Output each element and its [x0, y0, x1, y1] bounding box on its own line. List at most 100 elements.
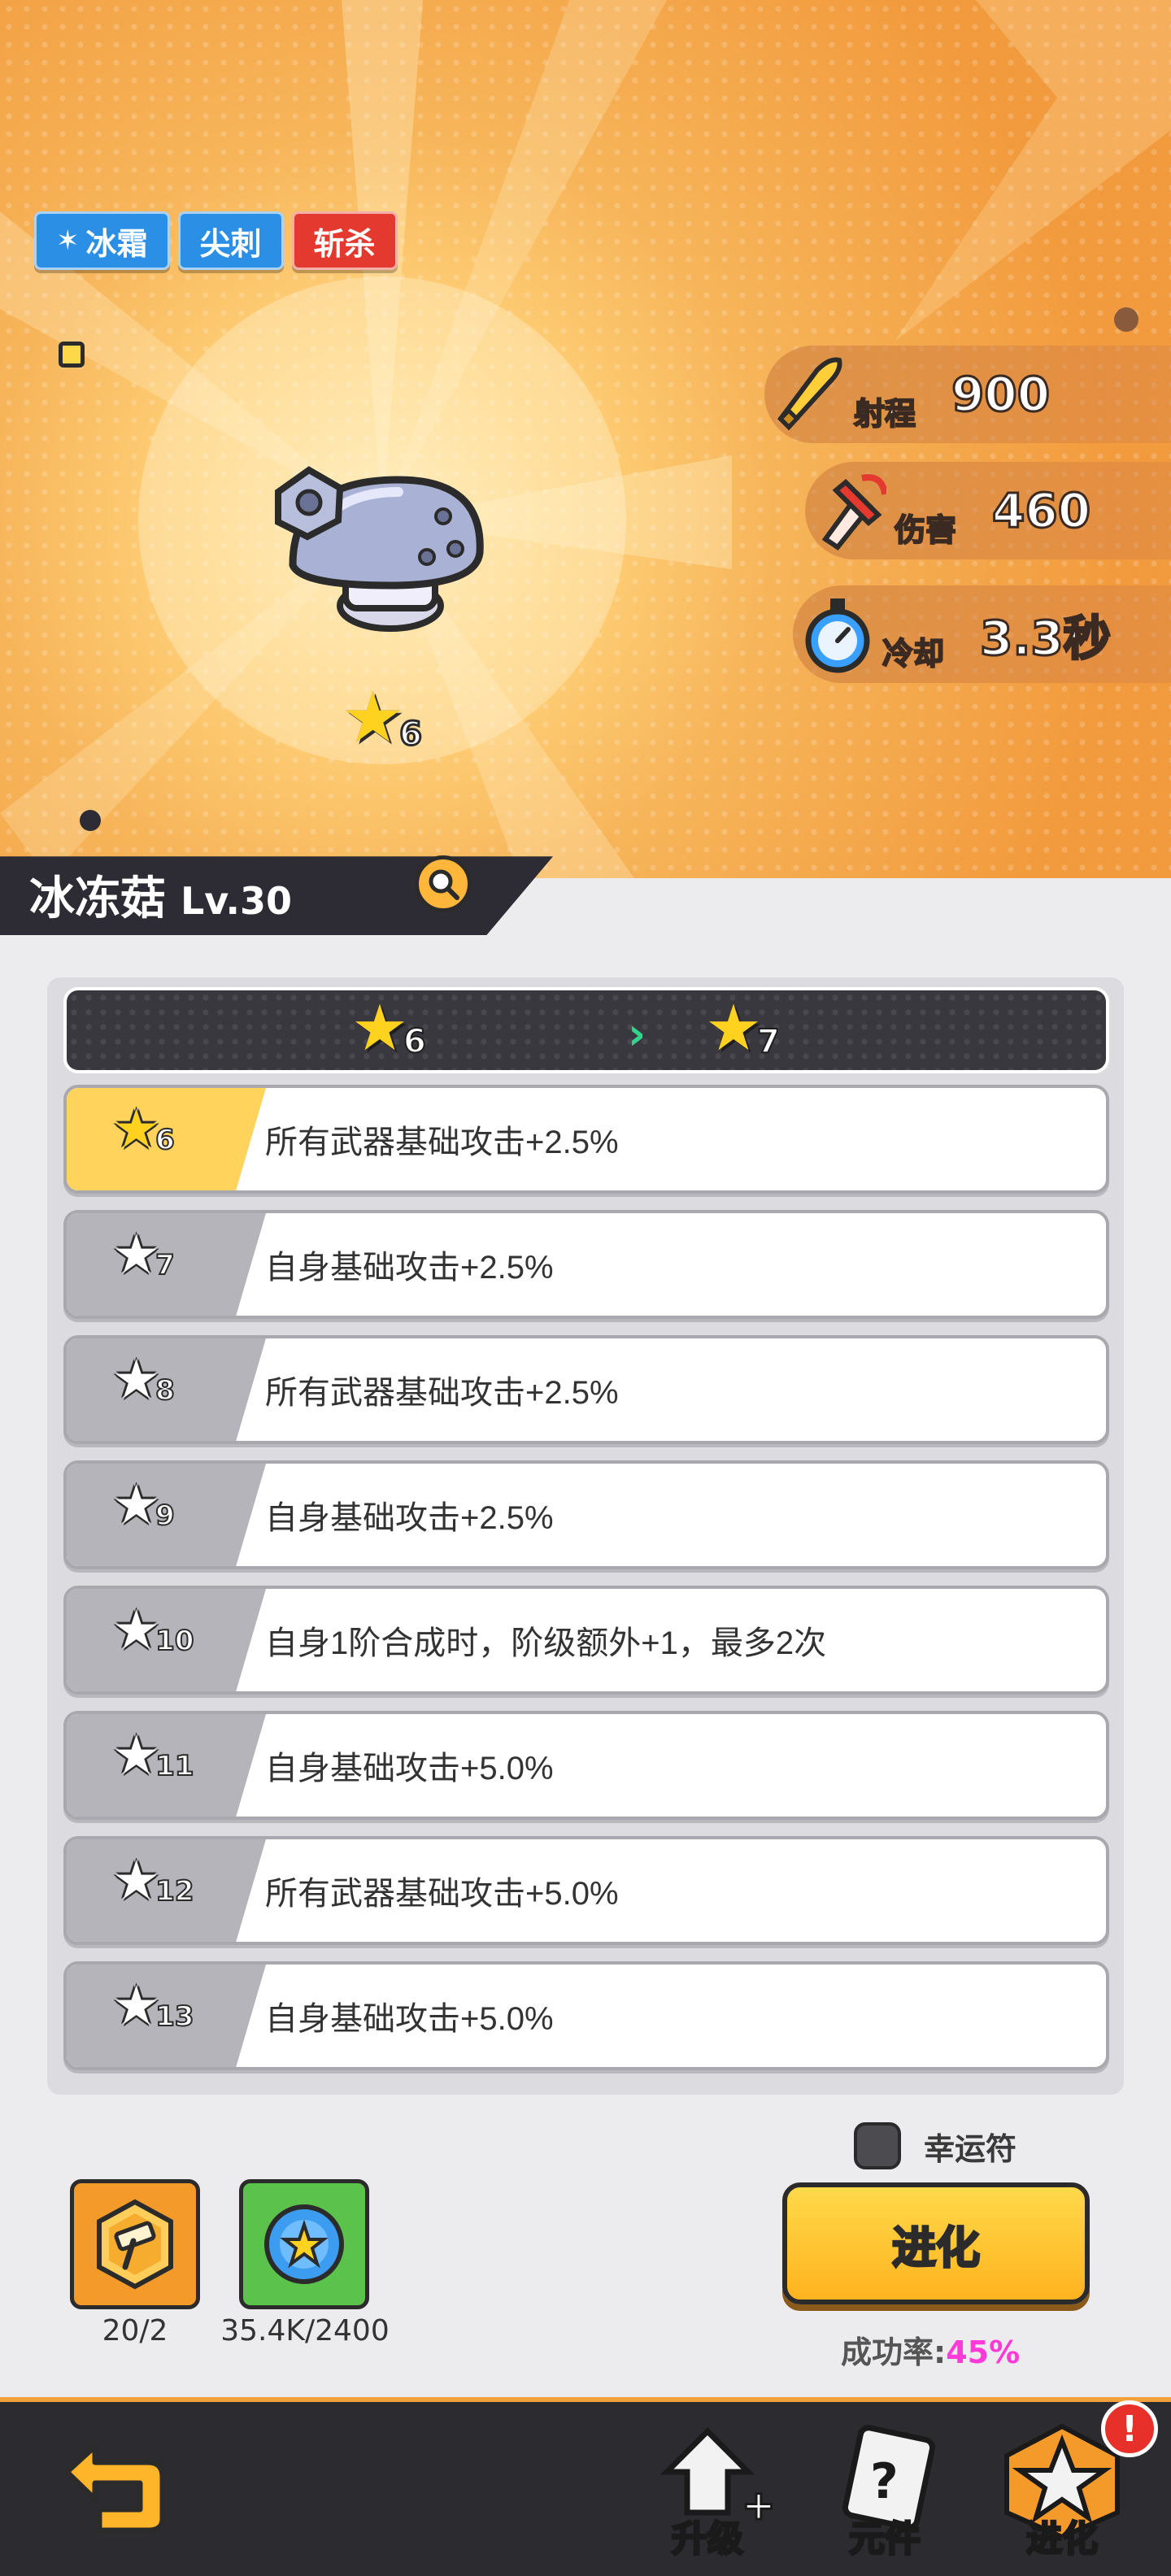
star-icon: ★ — [112, 1599, 161, 1661]
nav-upgrade[interactable]: + 升级 — [642, 2423, 773, 2561]
star-progress-header: ★ 6 › ★ 7 — [63, 987, 1109, 1073]
star-bonus-text: 所有武器基础攻击+5.0% — [265, 1876, 619, 1912]
star-icon: ✶ — [56, 224, 80, 257]
star-row-8: ★ 8 所有武器基础攻击+2.5% — [63, 1335, 1109, 1444]
tag-execute[interactable]: 斩杀 — [291, 211, 398, 270]
star-row-11: ★ 11 自身基础攻击+5.0% — [63, 1711, 1109, 1820]
star-icon: ★ — [705, 992, 762, 1065]
nav-evolve-label: 进化 — [1025, 2517, 1099, 2561]
back-arrow-icon — [63, 2443, 166, 2534]
magnifier-button[interactable] — [415, 855, 472, 912]
star-bonus-text: 自身1阶合成时，阶级额外+1，最多2次 — [265, 1625, 827, 1661]
success-rate-value: 45% — [946, 2334, 1021, 2370]
star-level-badge: ★ 11 — [112, 1724, 195, 1786]
back-button[interactable] — [50, 2439, 172, 2537]
tag-label: 斩杀 — [313, 225, 376, 262]
star-row-6: ★ 6 所有武器基础攻击+2.5% — [63, 1085, 1109, 1194]
star-level-badge: ★ 12 — [112, 1849, 195, 1912]
nav-components[interactable]: ? 元件 — [820, 2423, 950, 2561]
lucky-charm-label: 幸运符 — [924, 2131, 1017, 2167]
current-star-number: 6 — [403, 1022, 427, 1061]
sword-icon — [805, 466, 895, 555]
stat-cooldown: 冷却 3.3秒 — [793, 585, 1171, 683]
bottle-cap-resource-slot[interactable] — [239, 2179, 369, 2309]
tag-label: 尖刺 — [199, 225, 262, 262]
stat-value: 460 — [990, 482, 1091, 540]
next-star: ★ 7 — [705, 992, 781, 1065]
star-row-13: ★ 13 自身基础攻击+5.0% — [63, 1961, 1109, 2070]
next-star-number: 7 — [756, 1022, 781, 1061]
hammer-icon — [97, 2199, 173, 2290]
star-bonus-text: 自身基础攻击+5.0% — [265, 1751, 554, 1786]
star-icon: ★ — [112, 1223, 161, 1286]
star-level-badge: ★ 6 — [112, 1098, 176, 1160]
svg-text:?: ? — [870, 2453, 899, 2510]
stat-label: 冷却 — [882, 635, 945, 672]
success-rate-label: 成功率: — [841, 2334, 947, 2370]
stat-value: 3.3秒 — [979, 610, 1112, 668]
star-bonus-text: 自身基础攻击+2.5% — [265, 1250, 554, 1286]
mushroom-helmet-icon — [275, 466, 484, 632]
star-icon: ★ — [112, 1974, 161, 2037]
star-level: 6 — [398, 715, 424, 755]
star-number: 13 — [155, 1999, 194, 2034]
star-number: 11 — [155, 1749, 194, 1783]
stat-damage: 伤害 460 — [805, 462, 1171, 559]
star-bonus-text: 自身基础攻击+2.5% — [265, 1500, 554, 1536]
current-star: ★ 6 — [351, 992, 427, 1065]
star-number: 12 — [155, 1874, 194, 1908]
item-title: 冰冻菇 Lv.30 — [29, 862, 292, 928]
star-level-badge: ★ 7 — [112, 1223, 176, 1286]
nav-upgrade-label: 升级 — [671, 2517, 745, 2561]
stat-label: 射程 — [853, 395, 916, 433]
star-number: 10 — [155, 1624, 194, 1658]
nav-components-label: 元件 — [848, 2517, 922, 2561]
star-bonus-text: 所有武器基础攻击+2.5% — [265, 1125, 619, 1160]
star-row-12: ★ 12 所有武器基础攻击+5.0% — [63, 1836, 1109, 1945]
star-icon: ★ — [342, 677, 405, 759]
arrow-right-icon: › — [628, 1008, 646, 1060]
star-row-10: ★ 10 自身1阶合成时，阶级额外+1，最多2次 — [63, 1586, 1109, 1695]
star-icon: ★ — [112, 1849, 161, 1912]
tag-spike[interactable]: 尖刺 — [177, 211, 284, 270]
star-bonus-text: 所有武器基础攻击+2.5% — [265, 1375, 619, 1411]
star-row-7: ★ 7 自身基础攻击+2.5% — [63, 1210, 1109, 1319]
hammer-count: 20/2 — [102, 2314, 168, 2348]
star-level-badge: ★ 13 — [112, 1974, 195, 2037]
star-number: 7 — [155, 1248, 176, 1282]
tag-label: 冰霜 — [85, 225, 148, 262]
hammer-resource-slot[interactable] — [70, 2179, 200, 2309]
indicator-square-icon — [59, 342, 85, 368]
stopwatch-icon — [793, 590, 882, 679]
decorative-dot — [1114, 307, 1138, 332]
hero-banner: ✶ 冰霜 尖刺 斩杀 ★ 6 射程 900 伤害 460 冷却 3.3秒 — [0, 0, 1171, 878]
star-icon: ★ — [112, 1348, 161, 1411]
alert-badge: ! — [1101, 2400, 1158, 2457]
stat-range: 射程 900 — [764, 346, 1171, 443]
stat-label: 伤害 — [894, 511, 957, 549]
tag-frost[interactable]: ✶ 冰霜 — [34, 211, 170, 270]
star-number: 9 — [155, 1499, 176, 1533]
item-name: 冰冻菇 — [29, 872, 166, 925]
bottom-nav — [0, 2397, 1171, 2576]
evolve-button[interactable]: 进化 — [782, 2182, 1090, 2304]
stat-value: 900 — [950, 366, 1051, 424]
bottle-cap-icon — [264, 2204, 344, 2284]
decorative-dot — [80, 810, 101, 831]
star-level-badge: ★ 6 — [342, 677, 424, 759]
star-icon: ★ — [112, 1473, 161, 1536]
star-icon: ★ — [351, 992, 408, 1065]
bullet-icon — [764, 350, 854, 439]
lucky-charm-checkbox[interactable] — [854, 2122, 901, 2169]
star-number: 6 — [155, 1123, 176, 1157]
star-level-badge: ★ 10 — [112, 1599, 195, 1661]
star-icon: ★ — [112, 1724, 161, 1786]
star-bonus-text: 自身基础攻击+5.0% — [265, 2001, 554, 2037]
search-icon — [429, 869, 459, 900]
star-icon: ★ — [112, 1098, 161, 1160]
item-level: Lv.30 — [181, 879, 293, 923]
star-number: 8 — [155, 1373, 176, 1408]
tag-list: ✶ 冰霜 尖刺 斩杀 — [34, 211, 398, 270]
star-level-badge: ★ 8 — [112, 1348, 176, 1411]
star-level-badge: ★ 9 — [112, 1473, 176, 1536]
